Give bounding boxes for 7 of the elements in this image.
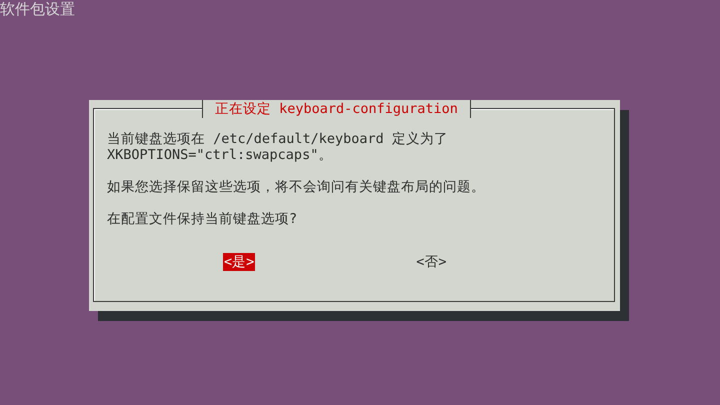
dialog-message: 在配置文件保持当前键盘选项? [107, 211, 298, 227]
dialog-button[interactable]: <否> [415, 253, 448, 271]
dialog-message: 当前键盘选项在 /etc/default/keyboard 定义为了 XKBOPTIONS="ctrl:swapcaps"。 [107, 131, 449, 163]
dialog-button[interactable]: <是> [223, 253, 256, 271]
dialog-title: 正在设定 keyboard-configuration [202, 100, 471, 118]
dialog-message: 如果您选择保留这些选项，将不会询问有关键盘布局的问题。 [107, 179, 486, 195]
screen-title: 软件包设置 [0, 0, 75, 18]
